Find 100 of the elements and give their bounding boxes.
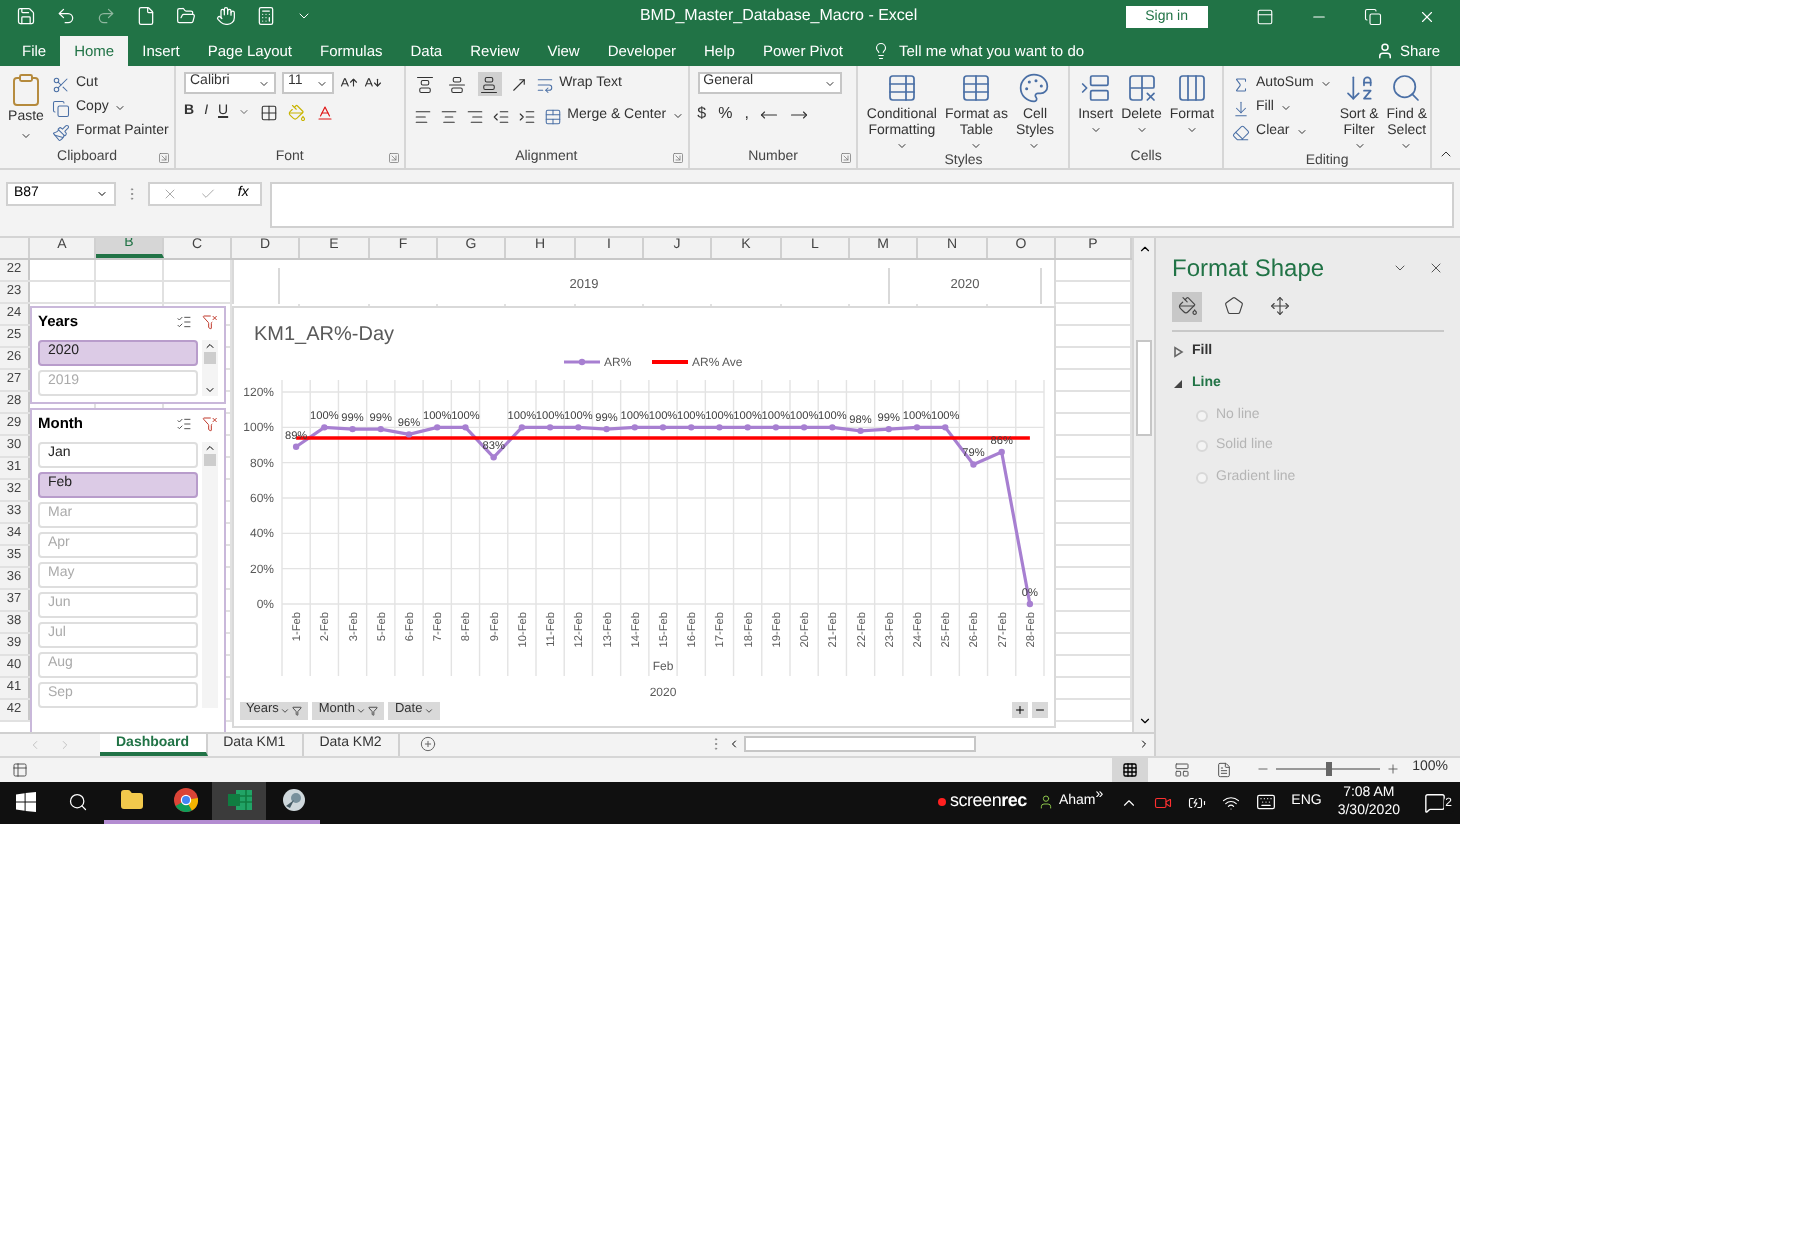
caret-icon [1353, 140, 1366, 153]
new-file-icon[interactable] [136, 6, 156, 27]
undo-icon[interactable] [56, 6, 76, 27]
page-layout-icon[interactable] [1174, 761, 1191, 777]
collapse-button[interactable] [1032, 702, 1048, 718]
align-bottom-icon [480, 75, 499, 94]
slicer-scrollbar[interactable] [202, 339, 218, 395]
person-icon [1375, 42, 1394, 61]
align-button[interactable] [445, 72, 470, 97]
align-button[interactable] [413, 72, 438, 97]
columns-icon [1175, 72, 1208, 105]
caret-icon [1319, 78, 1332, 91]
eraser-icon [1232, 123, 1251, 142]
grow-font-icon[interactable] [340, 74, 358, 93]
fill-color-icon[interactable] [288, 103, 307, 122]
dialog-launcher-icon[interactable] [158, 152, 170, 165]
align-button[interactable] [477, 72, 502, 97]
indent-increase-icon[interactable] [517, 107, 536, 126]
data-point [913, 423, 921, 430]
percent-button[interactable]: % [718, 102, 733, 127]
folder-icon[interactable] [176, 6, 196, 27]
increase-decimal-icon[interactable] [760, 105, 779, 124]
data-point [885, 424, 892, 432]
battery-icon[interactable] [1187, 793, 1206, 812]
scroll-up-icon[interactable] [1137, 241, 1151, 255]
close-icon[interactable] [1428, 259, 1444, 275]
align-middle-icon [448, 75, 467, 94]
scrollbar-thumb[interactable] [744, 736, 976, 752]
wifi-icon[interactable] [1221, 793, 1240, 812]
align-right-icon[interactable] [465, 107, 484, 126]
orientation-icon[interactable] [509, 75, 528, 94]
scroll-down-icon[interactable] [1137, 713, 1151, 727]
align-left-icon[interactable] [413, 107, 432, 126]
add-sheet-icon[interactable] [419, 736, 436, 752]
hand-icon[interactable] [216, 6, 236, 27]
video-icon[interactable] [1153, 793, 1172, 812]
align-center-icon[interactable] [439, 107, 458, 126]
person-icon[interactable] [1038, 794, 1055, 811]
font-color-icon[interactable] [316, 103, 335, 122]
data-point [546, 423, 554, 430]
restore-icon[interactable] [1364, 7, 1382, 26]
windows-icon[interactable] [16, 792, 36, 813]
spreadsheet-icon [227, 788, 251, 813]
scroll-right-icon[interactable] [1138, 738, 1150, 750]
data-point [631, 423, 638, 430]
formula-input[interactable] [270, 182, 1454, 229]
data-point [321, 423, 328, 430]
taskbar-button[interactable] [212, 781, 266, 824]
dialog-launcher-icon[interactable] [840, 152, 853, 165]
multi-select-icon[interactable] [176, 314, 192, 330]
close-icon[interactable] [1418, 7, 1436, 26]
data-point [857, 426, 864, 434]
decrease-decimal-icon[interactable] [790, 105, 809, 124]
normal-view-button[interactable] [1112, 757, 1149, 781]
recorder-label[interactable]: screenrec [949, 788, 1027, 816]
multi-select-icon[interactable] [176, 416, 192, 432]
scrollbar-thumb[interactable] [204, 351, 217, 363]
caret-icon [1089, 124, 1102, 137]
notification-icon[interactable] [1423, 791, 1445, 814]
calculator-icon[interactable] [256, 6, 276, 27]
search-icon[interactable] [68, 792, 88, 813]
app-icon [281, 788, 305, 813]
page-break-icon[interactable] [1216, 761, 1233, 777]
scroll-left-icon[interactable] [728, 738, 740, 750]
clear-filter-icon[interactable] [202, 416, 218, 432]
data-point [405, 430, 413, 437]
caret-icon [356, 705, 367, 715]
shrink-font-icon[interactable] [364, 74, 382, 93]
data-point [1026, 599, 1034, 607]
save-icon[interactable] [16, 6, 36, 27]
data-point [462, 423, 469, 430]
folder-icon [119, 788, 143, 813]
vertical-scrollbar[interactable] [1132, 237, 1154, 731]
currency-button[interactable]: $ [697, 102, 707, 127]
filter-icon [292, 705, 303, 715]
data-point [518, 423, 526, 430]
expand-button[interactable] [1012, 702, 1028, 718]
scrollbar-thumb[interactable] [204, 453, 217, 465]
indent-decrease-icon[interactable] [491, 107, 510, 126]
dialog-launcher-icon[interactable] [671, 152, 684, 165]
caret-icon [895, 140, 908, 153]
data-point [829, 423, 836, 430]
caret-icon [1028, 140, 1041, 153]
ribbon-display-icon[interactable] [1256, 7, 1274, 26]
comma-button[interactable]: , [744, 102, 749, 127]
slicer-scrollbar[interactable] [202, 441, 218, 707]
dialog-launcher-icon[interactable] [387, 152, 400, 165]
filter-icon [368, 705, 379, 715]
expanded-icon[interactable] [1172, 378, 1184, 391]
zoom-slider-thumb[interactable] [1325, 762, 1332, 776]
pane-tab[interactable] [1172, 291, 1202, 321]
paintbrush-icon [52, 123, 70, 142]
scrollbar-thumb[interactable] [1136, 339, 1152, 435]
wrap-text-icon [535, 75, 554, 94]
redo-icon[interactable] [96, 6, 116, 27]
keyboard-icon[interactable] [1255, 792, 1276, 813]
collapsed-icon[interactable] [1172, 345, 1184, 358]
borders-icon[interactable] [260, 103, 279, 122]
clear-filter-icon[interactable] [202, 314, 218, 330]
data-point [659, 423, 667, 430]
